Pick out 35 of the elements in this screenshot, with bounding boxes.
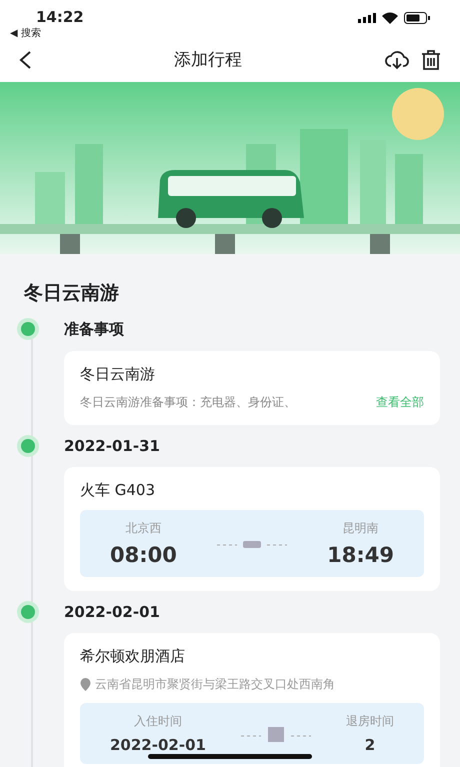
start-value: 08:00 [110, 543, 177, 567]
timeline-dot [21, 605, 35, 619]
end-value: 2 [364, 736, 376, 754]
end-value: 18:49 [327, 543, 394, 567]
signal-icon [358, 13, 376, 23]
trip-title: 冬日云南游 [22, 281, 120, 306]
start-value: 2022-02-01 [110, 736, 206, 754]
timeline-dot [21, 322, 35, 336]
back-button[interactable] [18, 50, 32, 70]
card-title: 火车 G403 [80, 481, 156, 500]
card-title: 希尔顿欢朋酒店 [80, 647, 186, 666]
back-to-app-link[interactable]: ◀ 搜索 [10, 26, 84, 40]
section-heading: 2022-02-01 [64, 603, 161, 621]
timeline-dot [21, 439, 35, 453]
end-label: 昆明南 [342, 520, 379, 537]
delete-button[interactable] [420, 48, 442, 70]
start-label: 北京西 [125, 520, 162, 537]
cloud-download-button[interactable] [384, 48, 410, 70]
page-title: 添加行程 [173, 49, 243, 71]
location-pin-icon [80, 678, 91, 691]
wifi-icon [382, 12, 398, 24]
hotel-address: 云南省昆明市聚贤街与梁王路交叉口处西南角 [95, 676, 335, 693]
start-label: 入住时间 [134, 713, 182, 730]
end-label: 退房时间 [346, 713, 394, 730]
status-time: 14:22 [36, 8, 84, 26]
building-icon [240, 726, 311, 742]
itinerary-card[interactable]: 火车 G403 北京西 08:00 昆明南 18:49 [64, 467, 440, 591]
itinerary-card[interactable]: 希尔顿欢朋酒店 云南省昆明市聚贤街与梁王路交叉口处西南角 入住时间 2022-02-01 退房时间 2 [64, 633, 440, 767]
section-heading: 准备事项 [64, 320, 125, 339]
section-heading: 2022-01-31 [64, 437, 161, 455]
itinerary-card[interactable]: 冬日云南游 冬日云南游准备事项：充电器、身份证、 查看全部 [64, 351, 440, 425]
train-icon [217, 538, 287, 548]
card-title: 冬日云南游 [80, 365, 156, 384]
battery-icon [404, 12, 430, 24]
note-preview: 冬日云南游准备事项：充电器、身份证、 [80, 394, 296, 411]
